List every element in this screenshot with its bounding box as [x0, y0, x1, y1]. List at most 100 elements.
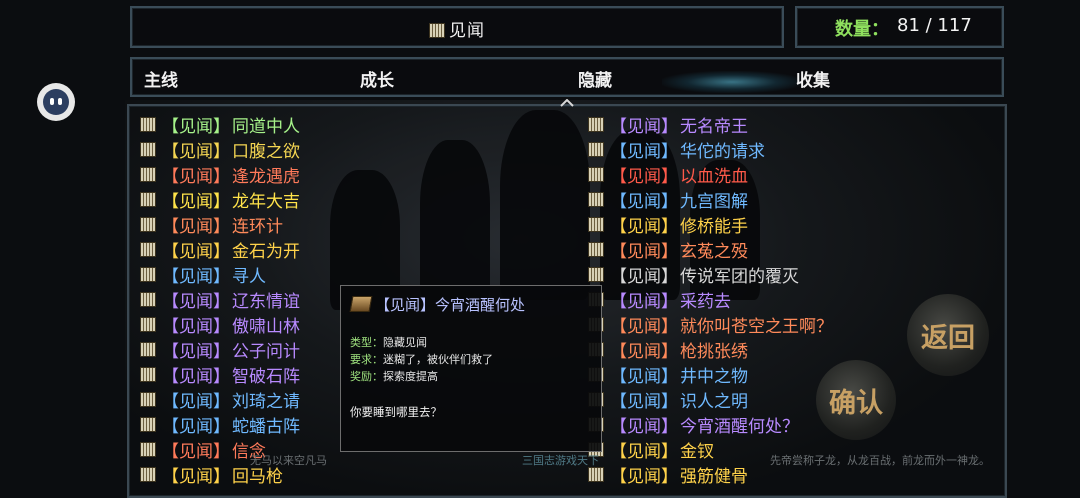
active-tab-glow	[662, 71, 802, 93]
return-button[interactable]: 返回	[907, 294, 989, 376]
entry-tag: 【见闻】	[610, 442, 678, 462]
detail-reward-key: 奖励：	[350, 370, 383, 383]
list-item[interactable]: 【见闻】 今宵酒醒何处？	[588, 412, 833, 437]
list-item[interactable]: 【见闻】 智破石阵	[140, 362, 300, 387]
list-item[interactable]: 【见闻】 同道中人	[140, 112, 300, 137]
detail-type-value: 隐藏见闻	[383, 336, 427, 349]
scroll-up-icon[interactable]	[560, 99, 574, 107]
detail-panel: 【见闻】今宵酒醒何处 类型：隐藏见闻 要求：迷糊了，被伙伴们救了 奖励：探索度提…	[340, 285, 602, 452]
floating-assistant-button[interactable]	[37, 83, 75, 121]
list-item[interactable]: 【见闻】 修桥能手	[588, 212, 833, 237]
entry-name: 无名帝王	[680, 117, 748, 137]
entry-name: 公子问计	[232, 342, 300, 362]
list-item[interactable]: 【见闻】 九宫图解	[588, 187, 833, 212]
book-icon	[588, 117, 604, 132]
left-margin	[0, 0, 125, 498]
detail-title: 【见闻】今宵酒醒何处	[349, 294, 525, 315]
book-icon	[140, 117, 156, 132]
entry-name: 逢龙遇虎	[232, 167, 300, 187]
detail-requirement: 要求：迷糊了，被伙伴们救了	[350, 351, 493, 367]
entry-name: 刘琦之请	[232, 392, 300, 412]
entry-tag: 【见闻】	[610, 267, 678, 287]
assistant-face-icon	[43, 89, 69, 115]
list-item[interactable]: 【见闻】 无名帝王	[588, 112, 833, 137]
entry-name: 寻人	[232, 267, 266, 287]
list-item[interactable]: 【见闻】 以血洗血	[588, 162, 833, 187]
entry-tag: 【见闻】	[162, 117, 230, 137]
entry-tag: 【见闻】	[162, 192, 230, 212]
book-icon	[140, 392, 156, 407]
book-icon	[588, 167, 604, 182]
count-panel: 数量： 81 / 117	[795, 6, 1004, 48]
entry-name: 以血洗血	[680, 167, 748, 187]
entry-tag: 【见闻】	[610, 417, 678, 437]
list-item[interactable]: 【见闻】 就你叫苍空之王啊？	[588, 312, 833, 337]
confirm-button[interactable]: 确认	[816, 360, 896, 440]
entry-tag: 【见闻】	[162, 242, 230, 262]
detail-reward-value: 探索度提高	[383, 370, 438, 383]
bottom-left-text: 无马以来空凡马	[250, 454, 327, 467]
entry-tag: 【见闻】	[162, 317, 230, 337]
list-item[interactable]: 【见闻】 逢龙遇虎	[140, 162, 300, 187]
page-title-label: 见闻	[449, 21, 485, 41]
tab-collect[interactable]: 收集	[796, 66, 830, 91]
entry-tag: 【见闻】	[610, 217, 678, 237]
tab-growth[interactable]: 成长	[360, 66, 394, 91]
list-item[interactable]: 【见闻】 枪挑张绣	[588, 337, 833, 362]
entry-tag: 【见闻】	[610, 367, 678, 387]
count-label: 数量：	[835, 19, 889, 40]
book-icon	[140, 467, 156, 482]
book-icon	[140, 242, 156, 257]
detail-req-key: 要求：	[350, 353, 383, 366]
list-item[interactable]: 【见闻】 传说军团的覆灭	[588, 262, 833, 287]
entry-name: 九宫图解	[680, 192, 748, 212]
entry-name: 枪挑张绣	[680, 342, 748, 362]
book-icon	[588, 142, 604, 157]
tab-main[interactable]: 主线	[144, 66, 178, 91]
book-icon	[140, 267, 156, 282]
detail-reward: 奖励：探索度提高	[350, 368, 438, 384]
list-item[interactable]: 【见闻】 辽东情谊	[140, 287, 300, 312]
list-item[interactable]: 【见闻】 寻人	[140, 262, 300, 287]
book-icon	[140, 442, 156, 457]
entry-tag: 【见闻】	[610, 467, 678, 487]
bottom-center-text: 三国志游戏天下	[522, 454, 599, 467]
entry-tag: 【见闻】	[162, 417, 230, 437]
book-icon	[140, 217, 156, 232]
right-entry-list: 【见闻】 无名帝王 【见闻】 华佗的请求 【见闻】 以血洗血 【见闻】 九宫图解 【见闻】 修桥能…	[588, 112, 833, 487]
list-item[interactable]: 【见闻】 口腹之欲	[140, 137, 300, 162]
book-icon	[588, 242, 604, 257]
entry-tag: 【见闻】	[162, 467, 230, 487]
entry-tag: 【见闻】	[610, 292, 678, 312]
entry-tag: 【见闻】	[610, 242, 678, 262]
list-item[interactable]: 【见闻】 华佗的请求	[588, 137, 833, 162]
list-item[interactable]: 【见闻】 识人之明	[588, 387, 833, 412]
list-item[interactable]: 【见闻】 蛇蟠古阵	[140, 412, 300, 437]
entry-name: 龙年大吉	[232, 192, 300, 212]
list-item[interactable]: 【见闻】 刘琦之请	[140, 387, 300, 412]
list-item[interactable]: 【见闻】 金石为开	[140, 237, 300, 262]
entry-name: 智破石阵	[232, 367, 300, 387]
tab-hidden[interactable]: 隐藏	[578, 66, 612, 91]
list-item[interactable]: 【见闻】 傲啸山林	[140, 312, 300, 337]
entry-name: 识人之明	[680, 392, 748, 412]
list-item[interactable]: 【见闻】 井中之物	[588, 362, 833, 387]
list-item[interactable]: 【见闻】 采药去	[588, 287, 833, 312]
entry-name: 就你叫苍空之王啊？	[680, 317, 833, 337]
book-icon	[140, 192, 156, 207]
book-icon	[140, 167, 156, 182]
book-icon	[140, 292, 156, 307]
list-item[interactable]: 【见闻】 公子问计	[140, 337, 300, 362]
book-icon	[140, 342, 156, 357]
right-margin	[1005, 0, 1080, 498]
entry-name: 口腹之欲	[232, 142, 300, 162]
book-icon	[588, 267, 604, 282]
left-entry-list: 【见闻】 同道中人 【见闻】 口腹之欲 【见闻】 逢龙遇虎 【见闻】 龙年大吉 【见闻】 连环计【…	[140, 112, 300, 487]
list-item[interactable]: 【见闻】 连环计	[140, 212, 300, 237]
entry-name: 连环计	[232, 217, 283, 237]
entry-tag: 【见闻】	[610, 142, 678, 162]
detail-req-value: 迷糊了，被伙伴们救了	[383, 353, 493, 366]
list-item[interactable]: 【见闻】 龙年大吉	[140, 187, 300, 212]
entry-tag: 【见闻】	[162, 292, 230, 312]
list-item[interactable]: 【见闻】 玄菟之殁	[588, 237, 833, 262]
